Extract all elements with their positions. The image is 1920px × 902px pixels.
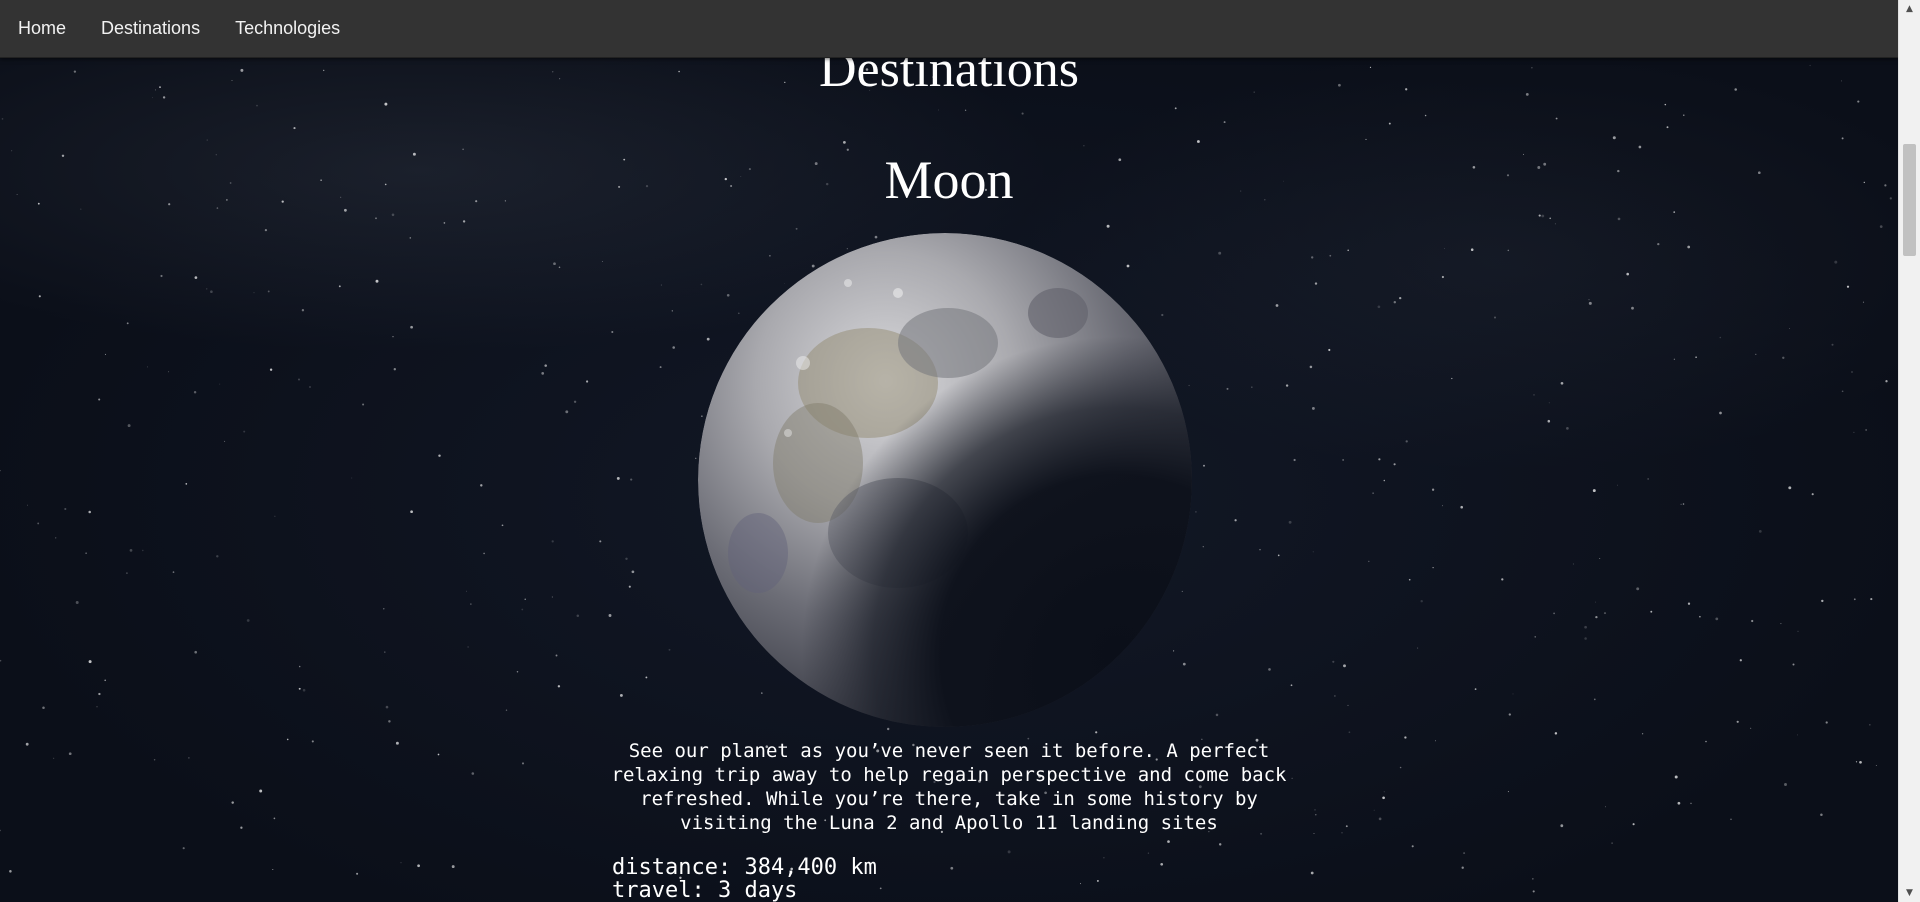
destination-name: Moon <box>884 150 1014 210</box>
destination-description: See our planet as you’ve never seen it b… <box>611 740 1287 834</box>
nav-link-home[interactable]: Home <box>18 18 66 39</box>
travel-time-stat: travel: 3 days <box>612 878 798 902</box>
scrollbar-thumb[interactable] <box>1903 144 1916 256</box>
moon-image <box>698 233 1192 727</box>
nav-link-technologies[interactable]: Technologies <box>235 18 340 39</box>
page-viewport: Destinations Moon See our planet as you’… <box>0 0 1898 902</box>
vertical-scrollbar[interactable]: ▲ ▼ <box>1898 0 1920 902</box>
top-navbar: Home Destinations Technologies <box>0 0 1898 58</box>
distance-stat: distance: 384,400 km <box>612 855 877 880</box>
nav-link-destinations[interactable]: Destinations <box>101 18 200 39</box>
scroll-down-arrow-icon[interactable]: ▼ <box>1899 884 1920 902</box>
scroll-up-arrow-icon[interactable]: ▲ <box>1899 0 1920 18</box>
